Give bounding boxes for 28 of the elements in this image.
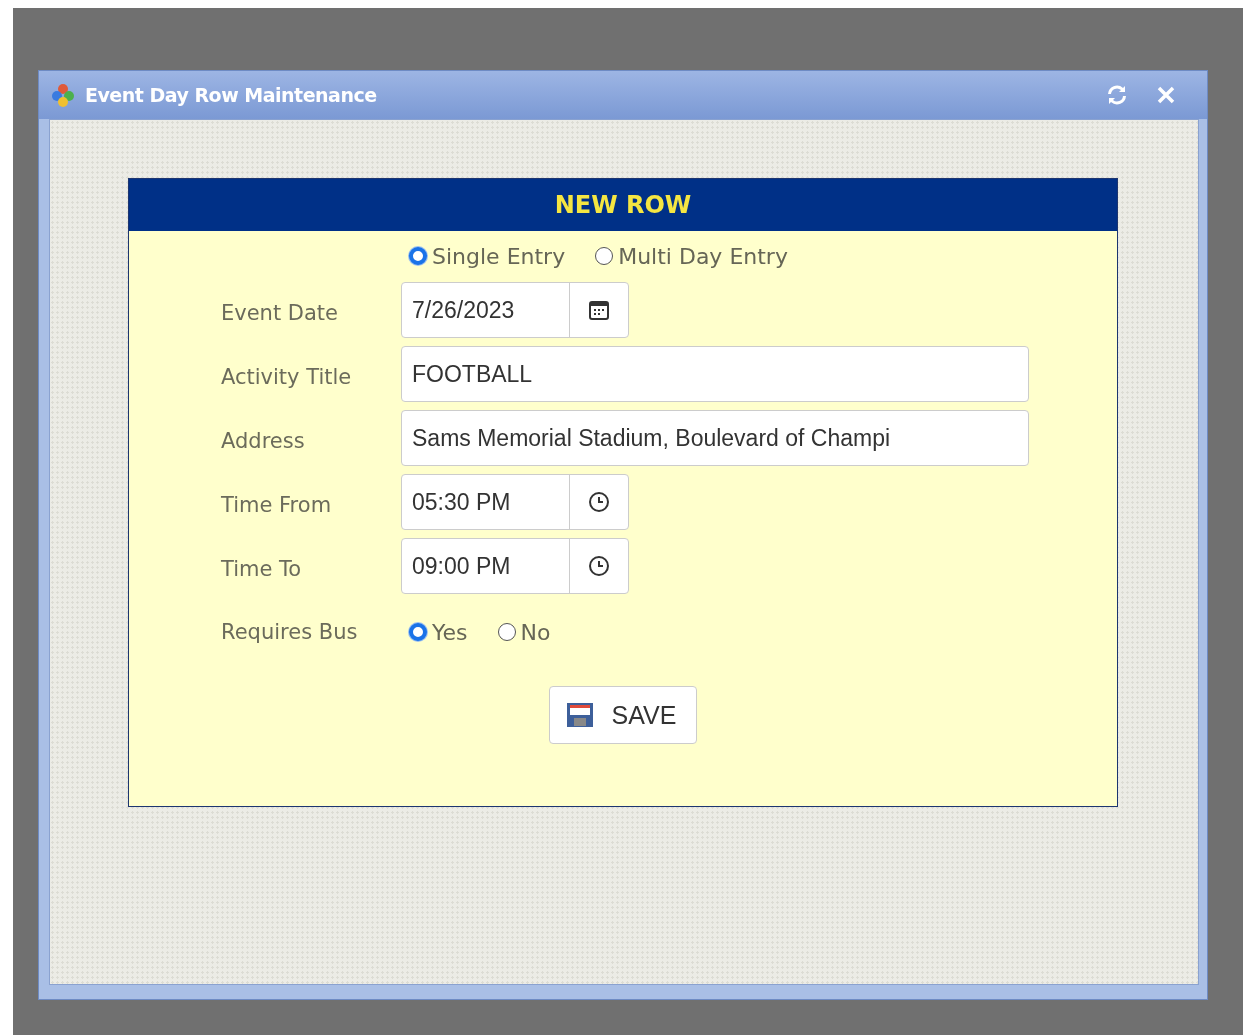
date-field[interactable]: 7/26/2023 xyxy=(401,282,629,338)
close-icon[interactable] xyxy=(1157,86,1175,104)
clock-icon[interactable] xyxy=(587,490,612,514)
field-label: Time To xyxy=(220,557,303,581)
radio-option[interactable]: No xyxy=(497,619,551,645)
radio-button[interactable] xyxy=(409,623,427,641)
radio-option[interactable]: Multi Day Entry xyxy=(595,243,788,269)
app-logo-icon xyxy=(51,83,75,107)
field-label: Address xyxy=(220,429,306,453)
field-label: Requires Bus xyxy=(220,620,359,644)
refresh-icon[interactable] xyxy=(1107,85,1127,105)
calendar-icon[interactable] xyxy=(587,298,612,322)
time-field[interactable]: 09:00 PM xyxy=(401,538,629,594)
window-title: Event Day Row Maintenance xyxy=(85,84,378,106)
text-field[interactable]: Sams Memorial Stadium, Boulevard of Champi xyxy=(401,410,1029,466)
text-field[interactable]: FOOTBALL xyxy=(401,346,1029,402)
clock-icon[interactable] xyxy=(587,554,612,578)
panel-header: NEW ROW xyxy=(129,179,1117,231)
time-field[interactable]: 05:30 PM xyxy=(401,474,629,530)
radio-option[interactable]: Single Entry xyxy=(409,243,566,269)
radio-button[interactable] xyxy=(595,247,614,265)
save-button[interactable]: SAVE xyxy=(548,686,698,744)
radio-button[interactable] xyxy=(497,623,516,641)
radio-option[interactable]: Yes xyxy=(409,619,468,645)
field-label: Event Date xyxy=(220,301,340,325)
field-label: Activity Title xyxy=(220,365,353,389)
radio-button[interactable] xyxy=(409,247,427,265)
field-label: Time From xyxy=(220,493,333,517)
